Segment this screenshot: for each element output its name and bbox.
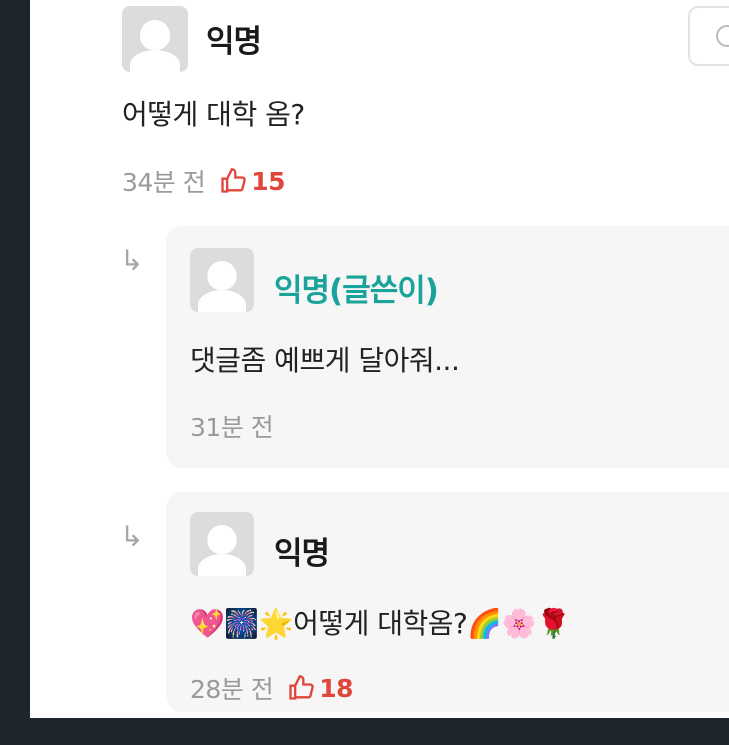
reply-text-line: 💖🎆🌟어떻게 대학옴?🌈🌸🌹 bbox=[190, 602, 571, 642]
avatar bbox=[122, 6, 188, 72]
comment-meta: 34분 전 15 bbox=[122, 163, 286, 199]
comment-action-button[interactable] bbox=[688, 6, 729, 66]
comment-author: 익명 bbox=[206, 24, 262, 60]
thumbs-up-icon bbox=[221, 168, 247, 193]
avatar bbox=[190, 512, 254, 576]
reply-meta: 31분 전 bbox=[190, 408, 274, 444]
comment-time: 34분 전 bbox=[122, 168, 206, 197]
reply-time: 31분 전 bbox=[190, 413, 274, 442]
comment-thread: 익명 어떻게 대학 옴? 34분 전 15 ↳ 익명(글쓴이) 댓글좀 예쁘게 … bbox=[30, 0, 729, 718]
emoji-prefix: 💖🎆🌟 bbox=[190, 607, 294, 640]
emoji-suffix: 🌈🌸🌹 bbox=[467, 607, 571, 640]
like-button[interactable]: 18 bbox=[287, 673, 354, 703]
reply-author: 익명 bbox=[274, 536, 330, 572]
like-count: 15 bbox=[251, 166, 286, 196]
reply-text: 댓글좀 예쁘게 달아줘... bbox=[190, 344, 460, 377]
like-count: 18 bbox=[319, 673, 354, 703]
reply-author: 익명(글쓴이) bbox=[274, 273, 439, 309]
reply-arrow-icon: ↳ bbox=[120, 244, 144, 277]
comment-text: 어떻게 대학 옴? bbox=[122, 98, 305, 131]
reply-meta: 28분 전 18 bbox=[190, 670, 354, 706]
thumbs-up-icon bbox=[289, 675, 315, 700]
bottom-edge bbox=[0, 718, 729, 745]
avatar bbox=[190, 248, 254, 312]
reply-time: 28분 전 bbox=[190, 675, 274, 704]
comment-icon bbox=[716, 25, 729, 47]
like-button[interactable]: 15 bbox=[219, 166, 286, 196]
reply-arrow-icon: ↳ bbox=[120, 520, 144, 553]
reply-text: 어떻게 대학옴? bbox=[293, 607, 468, 640]
